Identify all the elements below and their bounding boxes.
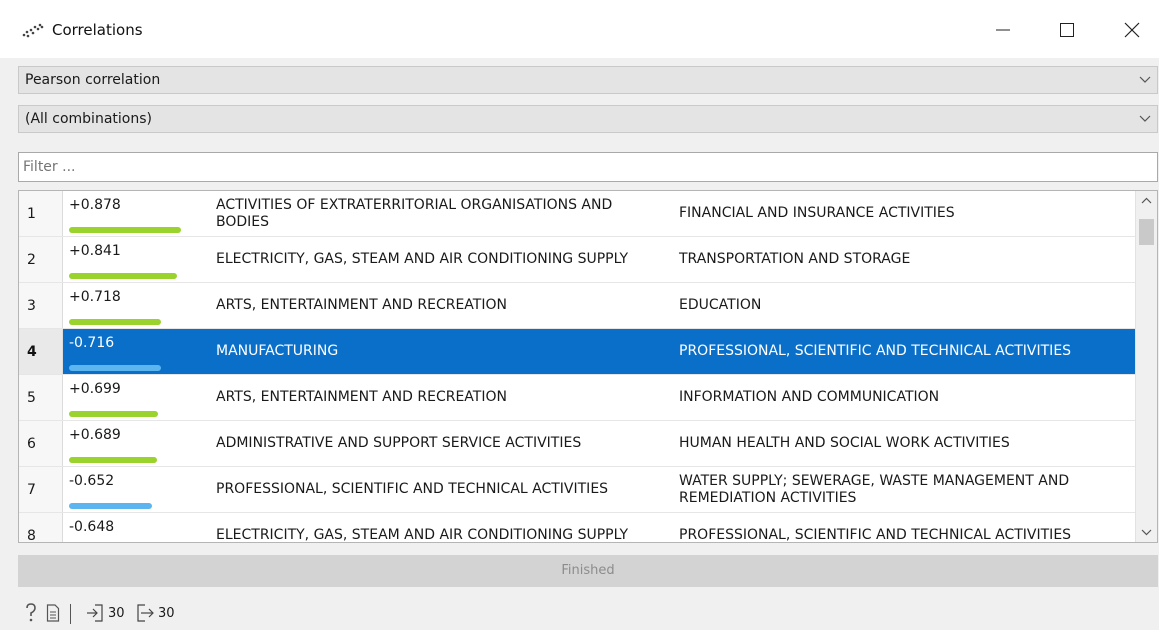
close-button[interactable] [1109,10,1155,50]
status-text: Finished [561,563,615,578]
window-title: Correlations [52,21,143,39]
table-row[interactable]: 5 +0.699 ARTS, ENTERTAINMENT AND RECREATIO… [19,375,1135,421]
table-row[interactable]: 7 -0.652 PROFESSIONAL, SCIENTIFIC AND TECH… [19,467,1135,513]
feature-b-cell: INFORMATION AND COMMUNICATION [679,389,940,405]
correlation-value: +0.699 [69,381,121,397]
feature-combination-select[interactable]: (All combinations) [18,105,1158,133]
feature-b-cell: HUMAN HEALTH AND SOCIAL WORK ACTIVITIES [679,435,1010,451]
feature-a-cell: ADMINISTRATIVE AND SUPPORT SERVICE ACTIV… [216,435,582,451]
chevron-down-icon [1139,115,1151,122]
feature-a-cell: ARTS, ENTERTAINMENT AND RECREATION [216,389,507,405]
minimize-button[interactable] [980,10,1026,50]
feature-b-cell: EDUCATION [679,297,762,313]
scroll-down-icon[interactable] [1141,529,1152,536]
correlation-value: +0.718 [69,289,121,305]
correlation-bar [69,365,161,371]
correlation-bar [69,503,152,509]
row-index: 7 [19,467,63,512]
feature-b-cell: TRANSPORTATION AND STORAGE [679,251,911,267]
scroll-up-icon[interactable] [1141,197,1152,204]
row-index: 8 [19,513,63,542]
correlation-value: +0.878 [69,197,121,213]
output-count: 30 [158,606,175,621]
input-icon [87,604,103,622]
correlation-bar [69,457,157,463]
chevron-down-icon [1139,76,1151,83]
feature-combination-value: (All combinations) [25,111,152,127]
status-bar: Finished [18,555,1158,587]
correlation-bar [69,227,181,233]
input-count: 30 [108,606,125,621]
correlation-method-select[interactable]: Pearson correlation [18,66,1158,94]
help-icon[interactable] [24,602,38,624]
correlation-value: +0.689 [69,427,121,443]
row-index: 6 [19,421,63,466]
report-icon[interactable] [46,602,60,624]
feature-a-cell: PROFESSIONAL, SCIENTIFIC AND TECHNICAL A… [216,481,609,497]
correlation-value: +0.841 [69,243,121,259]
correlation-table: 8 -0.648 ELECTRICITY, GAS, STEAM AND AIR C… [18,190,1158,543]
feature-a-cell: ARTS, ENTERTAINMENT AND RECREATION [216,297,507,313]
scrollbar-thumb[interactable] [1139,219,1154,245]
row-index: 2 [19,237,63,282]
correlation-value: -0.716 [69,335,115,351]
row-index: 1 [19,191,63,236]
feature-a-cell: ACTIVITIES OF EXTRATERRITORIAL ORGANISAT… [216,196,613,230]
title-bar: Correlations [0,0,1159,58]
feature-a-cell: ELECTRICITY, GAS, STEAM AND AIR CONDITIO… [216,251,629,267]
bottom-toolbar: 30 30 [0,596,1159,630]
feature-b-cell: PROFESSIONAL, SCIENTIFIC AND TECHNICAL A… [679,343,1072,359]
table-row[interactable]: 4 -0.716 MANUFACTURING PROFESSIONAL, SCIENT… [19,329,1135,375]
table-row[interactable]: 8 -0.648 ELECTRICITY, GAS, STEAM AND AIR C… [19,513,1135,543]
correlation-bar [69,411,158,417]
table-row[interactable]: 1 +0.878 ACTIVITIES OF EXTRATERRITORIAL OR… [19,191,1135,237]
maximize-icon [1060,23,1074,37]
table-row[interactable]: 2 +0.841 ELECTRICITY, GAS, STEAM AND AIR C… [19,237,1135,283]
minimize-icon [996,29,1010,31]
toolbar-separator [70,604,71,624]
maximize-button[interactable] [1044,10,1090,50]
table-row[interactable]: 6 +0.689 ADMINISTRATIVE AND SUPPORT SERVIC… [19,421,1135,467]
close-icon [1124,22,1140,38]
row-index: 3 [19,283,63,328]
correlation-value: -0.652 [69,473,115,489]
vertical-scrollbar[interactable] [1135,191,1157,542]
row-index: 4 [19,329,63,374]
row-index: 5 [19,375,63,420]
correlation-bar [69,273,177,279]
feature-b-cell: WATER SUPPLY; SEWERAGE, WASTE MANAGEMENT… [679,472,1070,506]
correlation-bar [69,319,161,325]
scatter-dots-icon [22,23,44,38]
table-row[interactable]: 3 +0.718 ARTS, ENTERTAINMENT AND RECREATIO… [19,283,1135,329]
output-icon [137,604,154,622]
correlation-value: -0.648 [69,519,115,535]
correlation-method-value: Pearson correlation [25,72,161,88]
feature-b-cell: PROFESSIONAL, SCIENTIFIC AND TECHNICAL A… [679,527,1072,543]
feature-a-cell: ELECTRICITY, GAS, STEAM AND AIR CONDITIO… [216,527,629,543]
feature-b-cell: FINANCIAL AND INSURANCE ACTIVITIES [679,205,955,221]
filter-input[interactable] [18,152,1158,182]
feature-a-cell: MANUFACTURING [216,343,339,359]
